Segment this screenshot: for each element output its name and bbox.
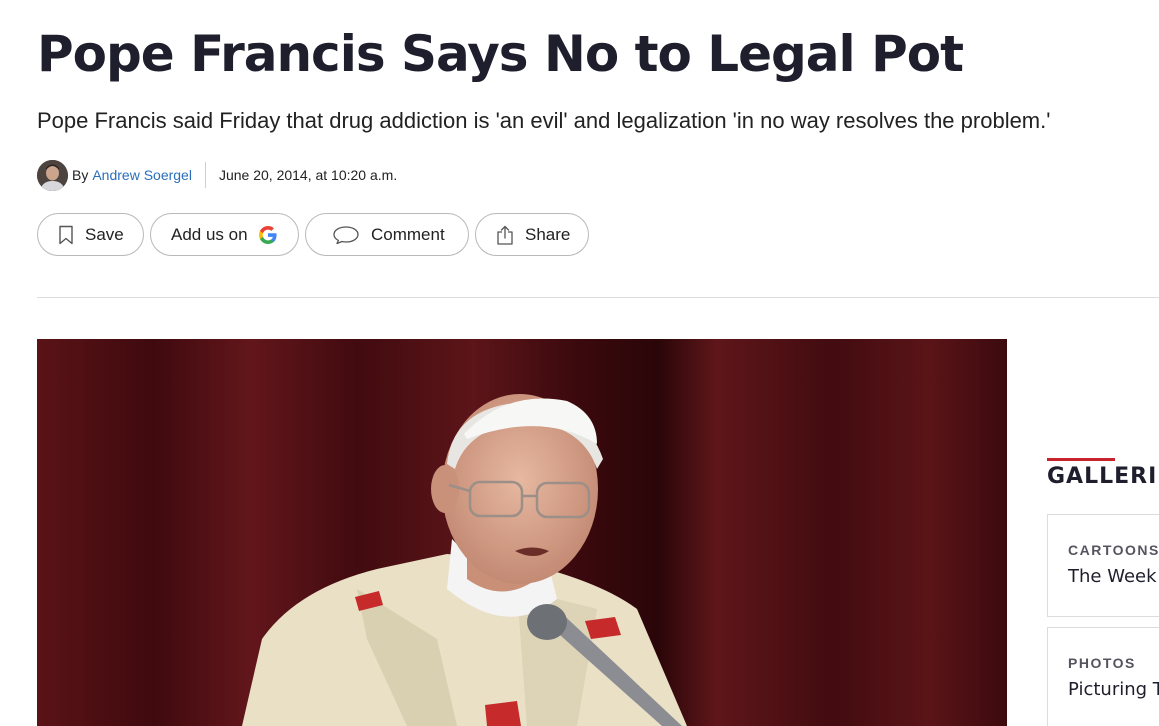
gallery-card-kicker: PHOTOS bbox=[1068, 655, 1136, 671]
byline: By Andrew Soergel June 20, 2014, at 10:2… bbox=[37, 159, 397, 191]
gallery-card-title[interactable]: The Week bbox=[1068, 566, 1159, 587]
author-avatar[interactable] bbox=[37, 159, 68, 191]
comment-button[interactable]: Comment bbox=[305, 213, 469, 256]
byline-prefix: By bbox=[72, 167, 89, 183]
comment-label: Comment bbox=[371, 224, 445, 244]
galleries-heading: GALLERI bbox=[1047, 464, 1158, 489]
share-label: Share bbox=[525, 224, 571, 244]
article-subheadline: Pope Francis said Friday that drug addic… bbox=[37, 108, 1051, 133]
article-headline: Pope Francis Says No to Legal Pot bbox=[37, 25, 964, 83]
share-upload-icon bbox=[496, 225, 514, 245]
byline-divider bbox=[204, 162, 206, 188]
share-button[interactable]: Share bbox=[475, 213, 589, 256]
gallery-card-kicker: CARTOONS bbox=[1068, 542, 1159, 558]
speech-bubble-icon bbox=[332, 225, 360, 245]
sidebar-accent-bar bbox=[1047, 458, 1115, 461]
add-us-on-google-button[interactable]: Add us on bbox=[150, 213, 299, 256]
save-button[interactable]: Save bbox=[37, 213, 144, 256]
add-us-on-label: Add us on bbox=[171, 224, 248, 244]
publish-date: June 20, 2014, at 10:20 a.m. bbox=[218, 167, 398, 183]
google-logo-icon bbox=[258, 225, 278, 245]
gallery-card[interactable]: PHOTOS Picturing T bbox=[1047, 627, 1159, 726]
section-divider bbox=[37, 297, 1159, 298]
save-label: Save bbox=[85, 224, 124, 244]
hero-photo-illustration bbox=[37, 339, 1007, 726]
author-link[interactable]: Andrew Soergel bbox=[92, 167, 192, 183]
gallery-card[interactable]: CARTOONS The Week bbox=[1047, 514, 1159, 617]
bookmark-icon bbox=[58, 225, 74, 245]
hero-image bbox=[37, 339, 1007, 726]
article-action-bar: Save Add us on Comment Share bbox=[37, 213, 589, 256]
gallery-card-title[interactable]: Picturing T bbox=[1068, 679, 1159, 700]
